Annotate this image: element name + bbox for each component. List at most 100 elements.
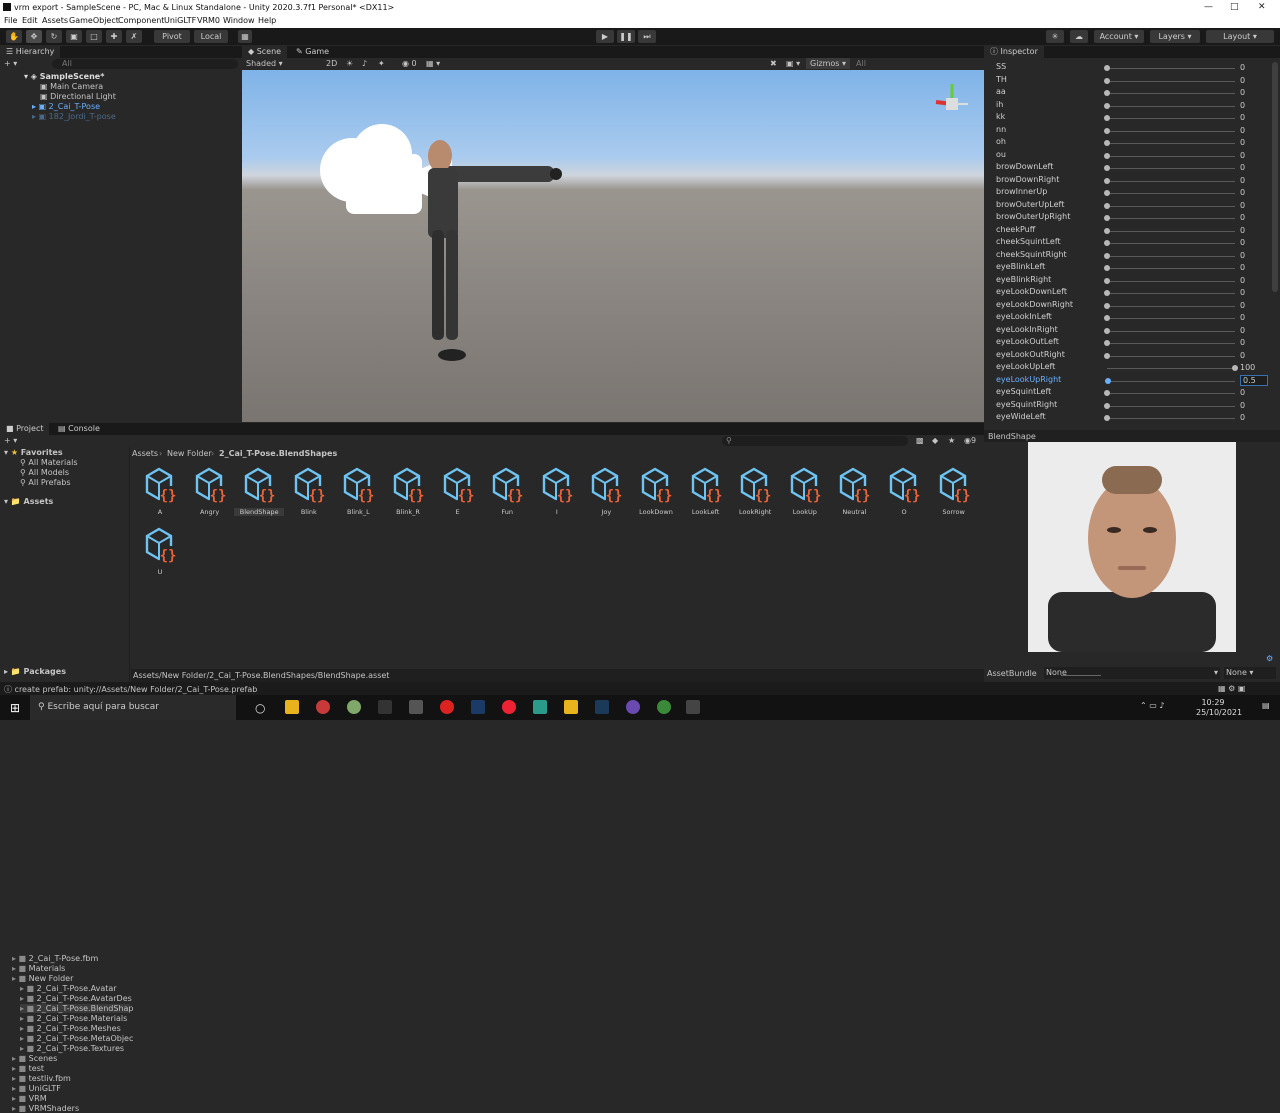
layout-dropdown[interactable]: Layout ▾ (1206, 30, 1274, 43)
blendshape-slider[interactable] (1107, 168, 1235, 169)
slider-knob[interactable] (1104, 315, 1110, 321)
blendshape-slider[interactable] (1107, 305, 1235, 307)
app-icon-2[interactable] (347, 700, 361, 714)
pause-button[interactable]: ❚❚ (617, 30, 635, 43)
account-dropdown[interactable]: Account ▾ (1094, 30, 1144, 43)
status-icons[interactable]: ▦ ⚙ ▣ (1218, 684, 1245, 693)
folder-app-icon[interactable] (564, 700, 578, 714)
chrome-app-icon[interactable] (657, 700, 671, 714)
slider-knob[interactable] (1104, 340, 1110, 346)
filter-label-icon[interactable]: ◆ (932, 436, 938, 445)
hierarchy-item[interactable]: ▣ Main Camera (40, 82, 103, 91)
asset-item[interactable]: {} U (135, 526, 185, 576)
blendshape-slider[interactable] (1107, 80, 1235, 82)
assetbundle-variant-dropdown[interactable]: None ▾ (1224, 667, 1276, 679)
asset-item[interactable]: {} E (433, 466, 483, 516)
folder-item[interactable]: ▸ ■ 2_Cai_T-Pose.MetaObjec (20, 1034, 133, 1043)
blendshape-value-field[interactable]: 0 (1240, 163, 1245, 172)
preview-settings-icon[interactable]: ⚙ (1266, 654, 1273, 663)
rect-tool-icon[interactable]: □ (86, 30, 102, 43)
blendshape-value-field[interactable]: 0 (1240, 288, 1245, 297)
tab-inspector[interactable]: ⓘ Inspector (984, 46, 1044, 58)
project-search-input[interactable]: ⚲ (722, 436, 908, 446)
cortana-icon[interactable]: ○ (255, 701, 265, 715)
inspector-scrollbar[interactable] (1272, 62, 1278, 292)
folder-item[interactable]: ▸ ■ 2_Cai_T-Pose.Avatar (20, 984, 117, 993)
packages-folder[interactable]: ▸ 📁 Packages (4, 667, 66, 676)
blendshape-value-field[interactable]: 0 (1240, 251, 1245, 260)
slider-knob[interactable] (1104, 390, 1110, 396)
2d-toggle[interactable]: 2D (326, 59, 337, 68)
blendshape-value-field[interactable]: 0 (1240, 263, 1245, 272)
slider-knob[interactable] (1104, 165, 1110, 171)
blendshape-value-field[interactable]: 0 (1240, 226, 1245, 235)
hidden-icon[interactable]: ◉9 (964, 436, 976, 445)
tab-console[interactable]: ▤ Console (52, 423, 106, 435)
blendshape-slider[interactable] (1107, 368, 1235, 369)
transform-tool-icon[interactable]: ✚ (106, 30, 122, 43)
asset-item[interactable]: {} Fun (482, 466, 532, 516)
slider-knob[interactable] (1104, 115, 1110, 121)
menu-gameobject[interactable]: GameObject (69, 16, 119, 25)
breadcrumb-assets[interactable]: Assets (132, 449, 158, 458)
slider-knob[interactable] (1104, 327, 1110, 334)
lighting-icon[interactable]: ☀ (346, 59, 353, 68)
favorite-item[interactable]: ⚲ All Models (20, 468, 69, 477)
steam-app-icon[interactable] (595, 700, 609, 714)
layers-dropdown[interactable]: Layers ▾ (1150, 30, 1200, 43)
blendshape-slider[interactable] (1107, 230, 1235, 232)
zoom-slider[interactable] (1061, 675, 1101, 676)
menu-vrm0[interactable]: VRM0 (197, 16, 220, 25)
asset-item[interactable]: {} LookUp (780, 466, 830, 516)
menu-edit[interactable]: Edit (22, 16, 38, 25)
favorite-icon[interactable]: ★ (948, 436, 955, 445)
rotate-tool-icon[interactable]: ↻ (46, 30, 62, 43)
slider-knob[interactable] (1104, 227, 1110, 234)
blendshape-slider[interactable] (1107, 205, 1235, 207)
grid-icon[interactable]: ▦ ▾ (426, 59, 440, 68)
folder-item[interactable]: ▸ ■ 2_Cai_T-Pose.BlendShap (20, 1004, 134, 1013)
add-icon[interactable]: + ▾ (4, 59, 17, 68)
slider-knob[interactable] (1104, 177, 1110, 184)
filter-type-icon[interactable]: ▩ (916, 436, 924, 445)
blendshape-value-field[interactable]: 0 (1240, 88, 1245, 97)
menu-file[interactable]: File (4, 16, 17, 25)
menu-window[interactable]: Window (223, 16, 255, 25)
slider-knob[interactable] (1104, 215, 1110, 221)
slider-knob[interactable] (1104, 202, 1110, 209)
blendshape-slider[interactable] (1107, 93, 1235, 94)
slider-knob[interactable] (1232, 365, 1238, 371)
asset-item[interactable]: {} LookRight (730, 466, 780, 516)
visibility-icon[interactable]: ◉ 0 (402, 59, 417, 68)
blendshape-slider[interactable] (1107, 68, 1235, 69)
menu-assets[interactable]: Assets (42, 16, 68, 25)
grid-snap-icon[interactable]: ▦ (238, 30, 252, 43)
blendshape-value-field[interactable]: 0 (1240, 401, 1245, 410)
asset-item[interactable]: {} BlendShape (234, 466, 285, 516)
asset-item[interactable]: {} Blink (284, 466, 334, 516)
blendshape-value-field[interactable]: 0 (1240, 63, 1245, 72)
hierarchy-item[interactable]: ▸ ▣ 182_Jordi_T-pose (32, 112, 116, 121)
effects-icon[interactable]: ✦ (378, 59, 385, 68)
slider-knob[interactable] (1104, 190, 1110, 196)
asset-item[interactable]: {} Sorrow (929, 466, 979, 516)
hierarchy-search-input[interactable]: All (52, 59, 238, 69)
folder-item[interactable]: ▸ ■ New Folder (12, 974, 73, 983)
blendshape-slider[interactable] (1107, 118, 1235, 119)
menu-uniglTF[interactable]: UniGLTF (164, 16, 196, 25)
folder-item[interactable]: ▸ ■ 2_Cai_T-Pose.Meshes (20, 1024, 121, 1033)
blendshape-slider[interactable] (1107, 193, 1235, 194)
scene-viewport[interactable] (242, 70, 984, 422)
blendshape-slider[interactable] (1107, 155, 1235, 157)
face-preview[interactable] (1028, 442, 1236, 652)
taskbar-search-input[interactable]: ⚲ Escribe aquí para buscar (30, 695, 236, 720)
blendshape-value-field[interactable]: 0 (1240, 138, 1245, 147)
blendshape-value-field[interactable]: 0 (1240, 238, 1245, 247)
blendshape-value-field[interactable]: 0 (1240, 76, 1245, 85)
blendshape-slider[interactable] (1107, 293, 1235, 294)
slider-knob[interactable] (1104, 77, 1110, 84)
assetbundle-dropdown[interactable]: None ▾ (1044, 667, 1220, 679)
blendshape-slider[interactable] (1107, 243, 1235, 244)
menu-help[interactable]: Help (258, 16, 276, 25)
blendshape-value-field[interactable]: 100 (1240, 363, 1255, 372)
